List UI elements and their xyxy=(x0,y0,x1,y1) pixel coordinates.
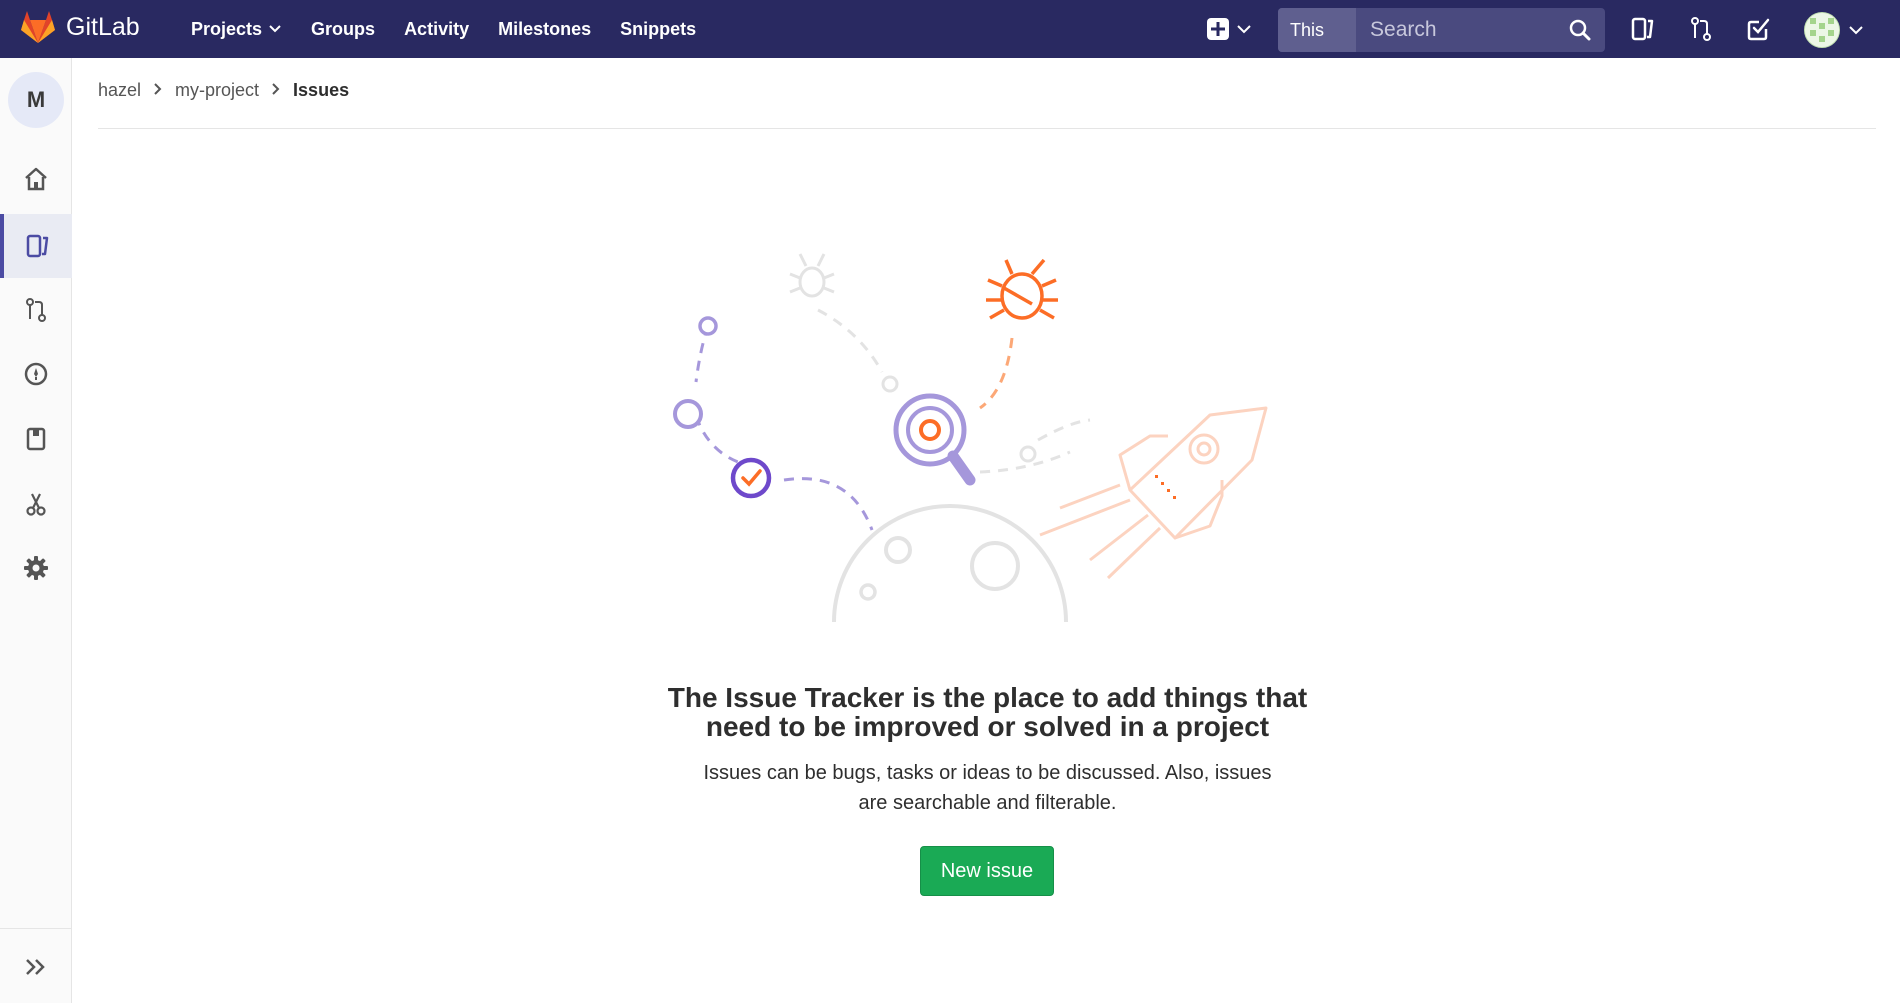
breadcrumb-namespace[interactable]: hazel xyxy=(98,80,141,101)
search-scope-badge[interactable]: This project xyxy=(1278,8,1357,84)
todo-check-icon[interactable] xyxy=(1746,16,1772,42)
project-sidebar: M xyxy=(0,58,72,1003)
plus-square-icon xyxy=(1207,18,1229,40)
book-icon xyxy=(26,427,46,451)
merge-request-icon xyxy=(26,298,46,322)
empty-state-description-line2: are searchable and filterable. xyxy=(858,792,1117,814)
empty-state-title: The Issue Tracker is the place to add th… xyxy=(0,683,1900,741)
nav-projects-label: Projects xyxy=(191,18,263,39)
sidebar-item-merge-requests[interactable] xyxy=(0,278,72,342)
issues-icon xyxy=(26,234,49,258)
orange-bug-icon xyxy=(986,258,1058,320)
faded-bug-icon xyxy=(789,253,835,298)
new-dropdown-button[interactable] xyxy=(1206,17,1252,41)
empty-state-title-line2: need to be improved or solved in a proje… xyxy=(705,711,1270,742)
user-menu-button[interactable] xyxy=(1804,12,1864,48)
chevron-down-icon xyxy=(1237,25,1251,34)
sidebar-item-wiki[interactable] xyxy=(0,407,72,471)
brand-name: GitLab xyxy=(66,12,140,41)
sidebar-item-settings[interactable] xyxy=(0,536,72,600)
gitlab-tanuki-icon xyxy=(21,11,55,43)
gear-icon xyxy=(24,556,48,580)
gitlab-logo[interactable]: GitLab xyxy=(20,10,140,44)
issues-icon[interactable] xyxy=(1630,16,1656,42)
nav-activity[interactable]: Activity xyxy=(404,19,469,40)
top-navbar: GitLab Projects Groups Activity Mileston… xyxy=(0,0,1900,84)
project-avatar[interactable]: M xyxy=(8,72,64,128)
empty-state-description: Issues can be bugs, tasks or ideas to be… xyxy=(0,758,1900,818)
home-icon xyxy=(25,167,47,191)
issues-empty-state-illustration xyxy=(673,253,1268,623)
sidebar-item-snippets[interactable] xyxy=(0,472,72,536)
main-nav: Projects Groups Activity Milestones Snip… xyxy=(191,0,725,58)
breadcrumb-project[interactable]: my-project xyxy=(175,80,259,101)
rocket-icon xyxy=(24,362,48,386)
nav-projects[interactable]: Projects xyxy=(191,19,282,40)
double-chevron-right-icon xyxy=(26,958,45,975)
magnifier-icon xyxy=(893,393,976,486)
nav-groups[interactable]: Groups xyxy=(311,19,375,40)
user-avatar xyxy=(1804,12,1840,48)
chevron-right-icon xyxy=(153,80,163,101)
sidebar-item-project-overview[interactable] xyxy=(0,147,72,211)
nav-snippets[interactable]: Snippets xyxy=(620,19,696,40)
sidebar-item-issues[interactable] xyxy=(0,214,72,278)
merge-request-icon[interactable] xyxy=(1689,16,1713,42)
chevron-down-icon xyxy=(269,25,281,33)
chevron-right-icon xyxy=(271,80,281,101)
nav-snippets-label: Snippets xyxy=(620,18,697,39)
nav-milestones[interactable]: Milestones xyxy=(498,19,591,40)
new-issue-button[interactable]: New issue xyxy=(920,846,1054,896)
sidebar-collapse-toggle[interactable] xyxy=(0,928,72,1004)
chevron-down-icon xyxy=(1849,26,1863,35)
search-input[interactable] xyxy=(1356,7,1644,53)
nav-activity-label: Activity xyxy=(404,18,470,39)
rocket-illustration-icon xyxy=(1039,406,1268,580)
sidebar-item-ci-cd[interactable] xyxy=(0,342,72,406)
search-box: This project xyxy=(1278,7,1644,84)
nav-groups-label: Groups xyxy=(311,18,376,39)
breadcrumb-current[interactable]: Issues xyxy=(293,80,349,101)
search-icon[interactable] xyxy=(1569,19,1591,41)
breadcrumb: hazel my-project Issues xyxy=(98,80,1876,129)
scissors-icon xyxy=(26,493,46,516)
nav-milestones-label: Milestones xyxy=(498,18,592,39)
empty-state-description-line1: Issues can be bugs, tasks or ideas to be… xyxy=(703,762,1272,784)
empty-state-title-line1: The Issue Tracker is the place to add th… xyxy=(667,682,1308,713)
